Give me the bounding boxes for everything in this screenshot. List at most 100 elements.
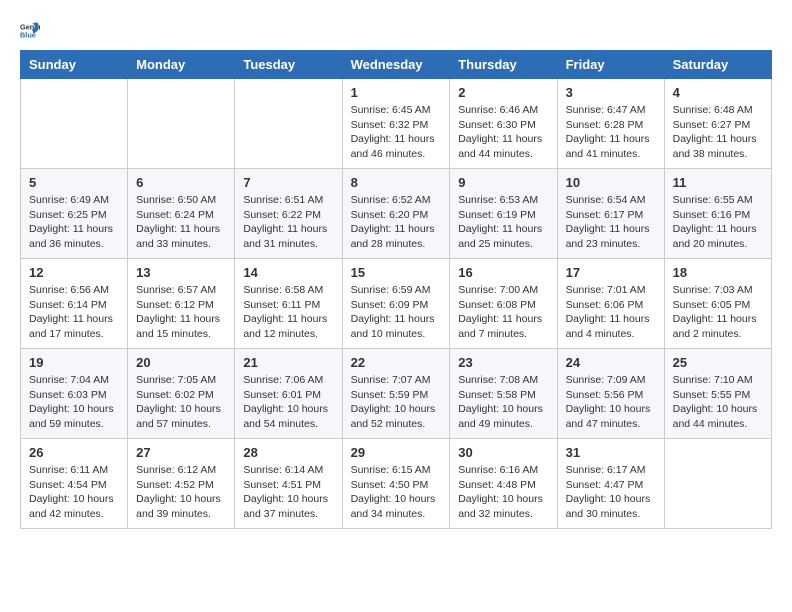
calendar-cell: 5Sunrise: 6:49 AMSunset: 6:25 PMDaylight… [21,169,128,259]
header: General Blue [20,20,772,40]
day-info: Sunset: 6:24 PM [136,208,226,223]
day-info: Sunset: 6:14 PM [29,298,119,313]
weekday-header-tuesday: Tuesday [235,51,342,79]
day-info: Sunset: 4:50 PM [351,478,442,493]
calendar-cell: 17Sunrise: 7:01 AMSunset: 6:06 PMDayligh… [557,259,664,349]
calendar-cell: 20Sunrise: 7:05 AMSunset: 6:02 PMDayligh… [128,349,235,439]
weekday-header-saturday: Saturday [664,51,771,79]
day-info: Sunset: 4:51 PM [243,478,333,493]
calendar-cell: 4Sunrise: 6:48 AMSunset: 6:27 PMDaylight… [664,79,771,169]
day-info: Sunset: 4:54 PM [29,478,119,493]
day-info: Daylight: 11 hours and 17 minutes. [29,312,119,341]
day-info: Sunrise: 6:58 AM [243,283,333,298]
day-number: 27 [136,445,226,460]
day-info: Daylight: 11 hours and 44 minutes. [458,132,548,161]
day-info: Sunset: 4:52 PM [136,478,226,493]
day-number: 2 [458,85,548,100]
day-info: Sunrise: 6:53 AM [458,193,548,208]
day-info: Sunrise: 6:11 AM [29,463,119,478]
day-info: Sunset: 5:58 PM [458,388,548,403]
day-info: Sunrise: 7:08 AM [458,373,548,388]
day-number: 30 [458,445,548,460]
day-info: Daylight: 11 hours and 4 minutes. [566,312,656,341]
day-info: Daylight: 10 hours and 39 minutes. [136,492,226,521]
day-info: Sunrise: 6:17 AM [566,463,656,478]
day-info: Daylight: 10 hours and 44 minutes. [673,402,763,431]
calendar-cell: 23 Sunrise: 7:08 AMSunset: 5:58 PMDayligh… [450,349,557,439]
day-info: Sunrise: 6:56 AM [29,283,119,298]
day-info: Daylight: 10 hours and 30 minutes. [566,492,656,521]
day-number: 7 [243,175,333,190]
day-number: 17 [566,265,656,280]
day-info: Daylight: 10 hours and 47 minutes. [566,402,656,431]
day-info: Daylight: 10 hours and 37 minutes. [243,492,333,521]
day-info: Daylight: 10 hours and 54 minutes. [243,402,333,431]
svg-text:Blue: Blue [20,30,36,39]
calendar-cell [21,79,128,169]
day-info: Sunset: 6:25 PM [29,208,119,223]
day-info: Sunset: 6:08 PM [458,298,548,313]
day-info: Daylight: 11 hours and 33 minutes. [136,222,226,251]
day-info: Sunrise: 7:06 AM [243,373,333,388]
day-info: Sunset: 6:03 PM [29,388,119,403]
weekday-header-monday: Monday [128,51,235,79]
day-info: Sunrise: 6:12 AM [136,463,226,478]
weekday-header-wednesday: Wednesday [342,51,450,79]
day-info: Sunset: 6:05 PM [673,298,763,313]
day-info: Sunset: 6:01 PM [243,388,333,403]
day-info: Daylight: 11 hours and 25 minutes. [458,222,548,251]
calendar-cell [664,439,771,529]
day-number: 12 [29,265,119,280]
week-row-1: 1Sunrise: 6:45 AMSunset: 6:32 PMDaylight… [21,79,772,169]
day-number: 24 [566,355,656,370]
day-info: Daylight: 11 hours and 41 minutes. [566,132,656,161]
weekday-header-sunday: Sunday [21,51,128,79]
day-info: Sunrise: 6:55 AM [673,193,763,208]
calendar-cell: 14Sunrise: 6:58 AMSunset: 6:11 PMDayligh… [235,259,342,349]
day-info: Sunrise: 6:48 AM [673,103,763,118]
week-row-2: 5Sunrise: 6:49 AMSunset: 6:25 PMDaylight… [21,169,772,259]
day-number: 28 [243,445,333,460]
day-info: Daylight: 10 hours and 59 minutes. [29,402,119,431]
weekday-header-thursday: Thursday [450,51,557,79]
day-info: Sunset: 5:56 PM [566,388,656,403]
day-number: 10 [566,175,656,190]
day-info: Daylight: 10 hours and 34 minutes. [351,492,442,521]
day-info: Daylight: 11 hours and 2 minutes. [673,312,763,341]
day-info: Daylight: 10 hours and 49 minutes. [458,402,548,431]
day-info: Sunrise: 6:52 AM [351,193,442,208]
day-info: Daylight: 11 hours and 10 minutes. [351,312,442,341]
calendar-cell: 27 Sunrise: 6:12 AMSunset: 4:52 PMDayligh… [128,439,235,529]
day-info: Sunrise: 7:05 AM [136,373,226,388]
day-info: Sunrise: 7:10 AM [673,373,763,388]
day-info: Sunrise: 6:46 AM [458,103,548,118]
day-number: 6 [136,175,226,190]
day-info: Sunrise: 6:16 AM [458,463,548,478]
logo: General Blue [20,20,44,40]
day-info: Sunrise: 6:59 AM [351,283,442,298]
day-number: 5 [29,175,119,190]
day-info: Sunrise: 6:51 AM [243,193,333,208]
day-number: 26 [29,445,119,460]
day-info: Sunrise: 7:09 AM [566,373,656,388]
day-info: Sunrise: 6:50 AM [136,193,226,208]
calendar-cell: 6 Sunrise: 6:50 AMSunset: 6:24 PMDaylight… [128,169,235,259]
calendar-cell: 25Sunrise: 7:10 AMSunset: 5:55 PMDayligh… [664,349,771,439]
day-number: 9 [458,175,548,190]
day-info: Sunset: 6:19 PM [458,208,548,223]
day-number: 23 [458,355,548,370]
day-info: Sunset: 6:02 PM [136,388,226,403]
day-info: Sunset: 6:16 PM [673,208,763,223]
day-info: Sunset: 4:47 PM [566,478,656,493]
calendar-cell: 10Sunrise: 6:54 AMSunset: 6:17 PMDayligh… [557,169,664,259]
calendar-cell: 31Sunrise: 6:17 AMSunset: 4:47 PMDayligh… [557,439,664,529]
calendar-cell: 26Sunrise: 6:11 AMSunset: 4:54 PMDayligh… [21,439,128,529]
day-info: Daylight: 11 hours and 23 minutes. [566,222,656,251]
day-info: Sunset: 6:11 PM [243,298,333,313]
calendar-cell: 28Sunrise: 6:14 AMSunset: 4:51 PMDayligh… [235,439,342,529]
calendar-cell [235,79,342,169]
day-info: Daylight: 11 hours and 20 minutes. [673,222,763,251]
day-info: Sunrise: 6:57 AM [136,283,226,298]
day-number: 25 [673,355,763,370]
calendar-table: SundayMondayTuesdayWednesdayThursdayFrid… [20,50,772,529]
